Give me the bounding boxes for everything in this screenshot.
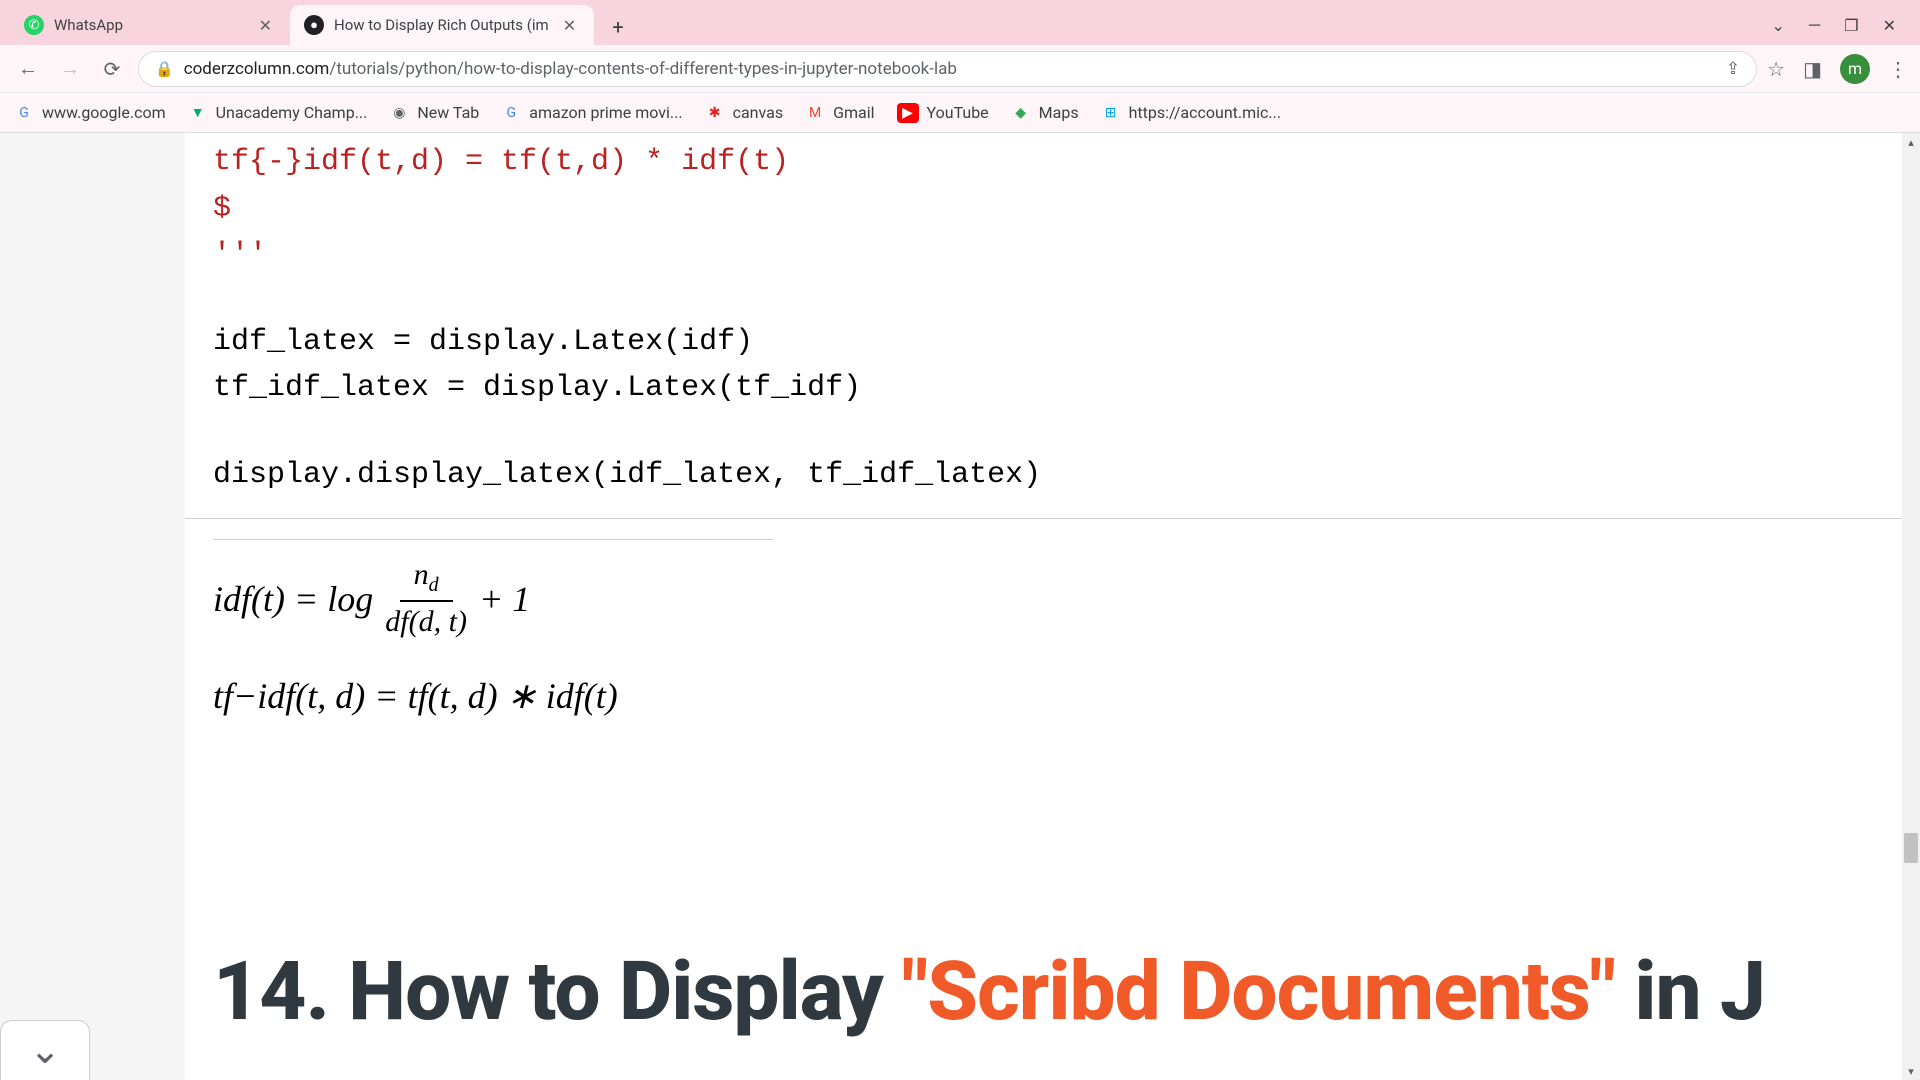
code-line: display.display_latex(idf_latex, tf_idf_… — [213, 452, 1920, 499]
tab-current[interactable]: ● How to Display Rich Outputs (im ✕ — [290, 5, 594, 45]
article-body: tf{-}idf(t,d) = tf(t,d) * idf(t) $ ''' i… — [185, 133, 1920, 1080]
formula-idf: idf(t) = log nd df(d, t) + 1 — [213, 539, 773, 639]
code-line: tf{-}idf(t,d) = tf(t,d) * idf(t) — [213, 139, 1920, 186]
new-tab-button[interactable]: + — [600, 9, 636, 45]
lock-icon: 🔒 — [155, 60, 174, 78]
window-controls: ⌄ ─ ❐ ✕ — [1772, 15, 1920, 45]
share-icon[interactable]: ⇪ — [1726, 59, 1740, 79]
whatsapp-icon: ✆ — [24, 15, 44, 35]
tab-whatsapp[interactable]: ✆ WhatsApp ✕ — [10, 5, 290, 45]
forward-button[interactable]: → — [54, 53, 86, 85]
bookmark-canvas[interactable]: ✱canvas — [705, 103, 784, 123]
bookmark-unacademy[interactable]: ▼Unacademy Champ... — [188, 103, 368, 123]
globe-icon: ◉ — [389, 103, 409, 123]
unacademy-icon: ▼ — [188, 103, 208, 123]
output-cell: idf(t) = log nd df(d, t) + 1 tf−idf(t, d… — [185, 519, 1920, 777]
bookmark-microsoft[interactable]: ⊞https://account.mic... — [1101, 103, 1282, 123]
bookmarks-bar: Gwww.google.com ▼Unacademy Champ... ◉New… — [0, 93, 1920, 133]
close-window-icon[interactable]: ✕ — [1883, 16, 1896, 35]
collapse-button[interactable]: ⌄ — [0, 1020, 90, 1080]
bookmark-newtab[interactable]: ◉New Tab — [389, 103, 479, 123]
canvas-icon: ✱ — [705, 103, 725, 123]
scroll-up-icon[interactable]: ▴ — [1902, 133, 1920, 151]
chevron-down-icon: ⌄ — [29, 1028, 61, 1073]
maximize-icon[interactable]: ❐ — [1844, 16, 1858, 35]
page-content: tf{-}idf(t,d) = tf(t,d) * idf(t) $ ''' i… — [0, 133, 1920, 1080]
browser-toolbar: ← → ⟳ 🔒 coderzcolumn.com/tutorials/pytho… — [0, 45, 1920, 93]
address-bar[interactable]: 🔒 coderzcolumn.com/tutorials/python/how-… — [138, 51, 1757, 87]
close-icon[interactable]: ✕ — [559, 12, 580, 39]
gmail-icon: M — [805, 103, 825, 123]
close-icon[interactable]: ✕ — [255, 12, 276, 39]
google-icon: G — [501, 103, 521, 123]
profile-avatar[interactable]: m — [1840, 54, 1870, 84]
code-cell: tf{-}idf(t,d) = tf(t,d) * idf(t) $ ''' i… — [185, 133, 1920, 519]
youtube-icon: ▶ — [897, 103, 919, 123]
code-line: idf_latex = display.Latex(idf) — [213, 319, 1920, 366]
site-icon: ● — [304, 15, 324, 35]
chevron-down-icon[interactable]: ⌄ — [1772, 16, 1785, 35]
bookmark-google[interactable]: Gwww.google.com — [14, 103, 166, 123]
vertical-scrollbar[interactable]: ▴ ▾ — [1902, 133, 1920, 1080]
google-icon: G — [14, 103, 34, 123]
tab-title: How to Display Rich Outputs (im — [334, 16, 549, 34]
maps-icon: ◆ — [1011, 103, 1031, 123]
side-panel-icon[interactable]: ◨ — [1803, 57, 1822, 81]
code-line: tf_idf_latex = display.Latex(tf_idf) — [213, 365, 1920, 412]
fraction: nd df(d, t) — [385, 558, 467, 639]
tab-title: WhatsApp — [54, 16, 245, 34]
reload-button[interactable]: ⟳ — [96, 53, 128, 85]
formula-tfidf: tf−idf(t, d) = tf(t, d) ∗ idf(t) — [213, 675, 1892, 717]
bookmark-youtube[interactable]: ▶YouTube — [897, 103, 989, 123]
code-line: ''' — [213, 232, 1920, 279]
scroll-down-icon[interactable]: ▾ — [1902, 1062, 1920, 1080]
bookmark-star-icon[interactable]: ☆ — [1767, 57, 1785, 81]
bookmark-maps[interactable]: ◆Maps — [1011, 103, 1079, 123]
bookmark-gmail[interactable]: MGmail — [805, 103, 874, 123]
microsoft-icon: ⊞ — [1101, 103, 1121, 123]
minimize-icon[interactable]: ─ — [1809, 15, 1820, 35]
browser-titlebar: ✆ WhatsApp ✕ ● How to Display Rich Outpu… — [0, 0, 1920, 45]
back-button[interactable]: ← — [12, 53, 44, 85]
toolbar-actions: ☆ ◨ m ⋮ — [1767, 54, 1908, 84]
bookmark-amazon[interactable]: Gamazon prime movi... — [501, 103, 682, 123]
code-line: $ — [213, 186, 1920, 233]
url-text: coderzcolumn.com/tutorials/python/how-to… — [184, 59, 1716, 79]
tab-strip: ✆ WhatsApp ✕ ● How to Display Rich Outpu… — [0, 0, 636, 45]
section-heading: 14. How to Display "Scribd Documents" in… — [213, 944, 1920, 1040]
scroll-thumb[interactable] — [1904, 833, 1918, 863]
menu-icon[interactable]: ⋮ — [1888, 57, 1908, 81]
